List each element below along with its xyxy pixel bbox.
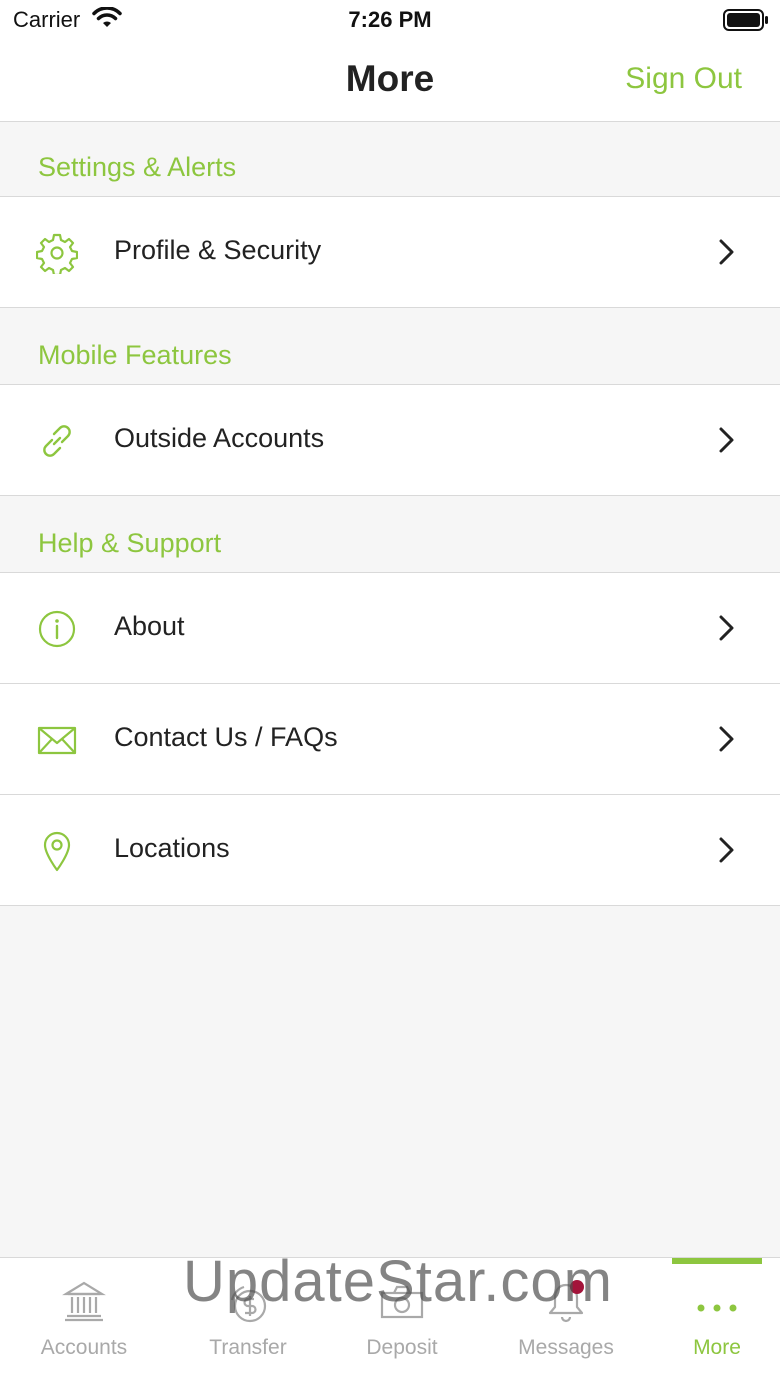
chevron-right-icon bbox=[719, 726, 734, 752]
chevron-right-icon bbox=[719, 615, 734, 641]
profile-security-row[interactable]: Profile & Security bbox=[0, 197, 780, 308]
info-icon bbox=[38, 610, 76, 648]
status-time: 7:26 PM bbox=[348, 7, 432, 32]
section-header-settings: Settings & Alerts bbox=[0, 123, 780, 197]
location-pin-icon bbox=[43, 831, 71, 872]
status-bar: Carrier 7:26 PM bbox=[0, 0, 780, 42]
row-label: Locations bbox=[114, 833, 230, 863]
more-dots-icon bbox=[697, 1304, 737, 1312]
envelope-icon bbox=[37, 726, 77, 755]
navigation-bar: More Sign Out bbox=[0, 42, 780, 122]
gear-icon bbox=[36, 233, 78, 274]
row-label: About bbox=[114, 611, 185, 641]
battery-icon bbox=[723, 9, 768, 31]
about-row[interactable]: About bbox=[0, 573, 780, 684]
section-header-mobile-features: Mobile Features bbox=[0, 309, 780, 385]
section-header-help-support: Help & Support bbox=[0, 497, 780, 573]
tab-label: Transfer bbox=[209, 1336, 287, 1359]
row-label: Outside Accounts bbox=[114, 423, 325, 453]
contact-faqs-row[interactable]: Contact Us / FAQs bbox=[0, 684, 780, 795]
chevron-right-icon bbox=[719, 239, 734, 265]
link-icon bbox=[43, 425, 71, 457]
row-label: Contact Us / FAQs bbox=[114, 722, 338, 752]
sign-out-button[interactable]: Sign Out bbox=[625, 62, 742, 96]
row-label: Profile & Security bbox=[114, 235, 322, 265]
locations-row[interactable]: Locations bbox=[0, 795, 780, 906]
tab-label: Messages bbox=[518, 1336, 614, 1359]
bank-icon bbox=[62, 1281, 106, 1322]
tab-label: More bbox=[693, 1336, 741, 1359]
tab-accounts[interactable]: Accounts bbox=[4, 1258, 164, 1387]
chevron-right-icon bbox=[719, 837, 734, 863]
chevron-right-icon bbox=[719, 427, 734, 453]
tab-label: Deposit bbox=[366, 1336, 438, 1359]
tab-label: Accounts bbox=[40, 1336, 128, 1359]
watermark: UpdateStar.com bbox=[183, 1249, 613, 1314]
tab-more[interactable]: More bbox=[637, 1258, 780, 1387]
outside-accounts-row[interactable]: Outside Accounts bbox=[0, 385, 780, 496]
